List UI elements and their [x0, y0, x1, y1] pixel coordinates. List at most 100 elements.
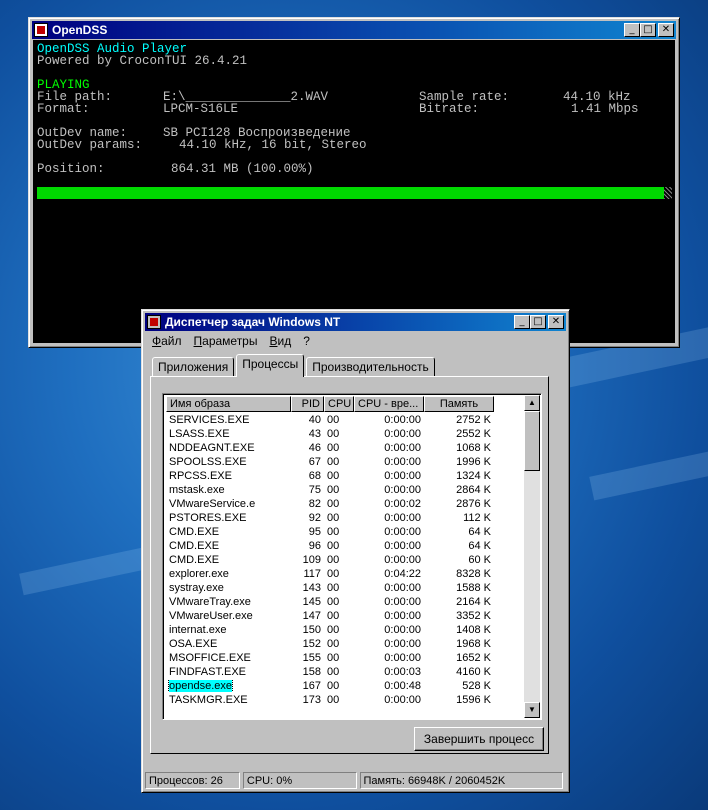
row-pid: 92 — [291, 512, 324, 524]
row-image-name: systray.exe — [166, 582, 291, 594]
row-cpu-text: 00 — [327, 554, 340, 566]
table-row[interactable]: CMD.EXE 95 00 0:00:00 64 K — [166, 525, 494, 539]
table-row[interactable]: VMwareTray.exe 145 00 0:00:00 2164 K — [166, 595, 494, 609]
row-cpu-time-text: 0:00:00 — [384, 652, 421, 664]
row-pid: 82 — [291, 498, 324, 510]
row-cpu-time-text: 0:00:00 — [384, 624, 421, 636]
table-row[interactable]: LSASS.EXE 43 00 0:00:00 2552 K — [166, 427, 494, 441]
scroll-thumb[interactable] — [524, 411, 540, 471]
row-image-name: CMD.EXE — [166, 540, 291, 552]
vertical-scrollbar[interactable]: ▲ ▼ — [524, 395, 540, 718]
scroll-up-button[interactable]: ▲ — [524, 395, 540, 411]
table-row[interactable]: SPOOLSS.EXE 67 00 0:00:00 1996 K — [166, 455, 494, 469]
row-image-name-text: CMD.EXE — [169, 554, 220, 566]
table-row[interactable]: RPCSS.EXE 68 00 0:00:00 1324 K — [166, 469, 494, 483]
column-pid[interactable]: PID — [291, 396, 324, 412]
table-row[interactable]: SERVICES.EXE 40 00 0:00:00 2752 K — [166, 413, 494, 427]
row-memory-text: 4160 K — [456, 666, 491, 678]
row-memory-text: 64 K — [468, 540, 491, 552]
row-pid: 155 — [291, 652, 324, 664]
tab-performance[interactable]: Производительность — [306, 357, 435, 377]
row-image-name-text: SERVICES.EXE — [169, 414, 250, 426]
row-pid-text: 40 — [308, 414, 321, 426]
desktop-light-ray — [589, 443, 708, 501]
maximize-button[interactable]: □ — [530, 315, 546, 329]
row-memory-text: 1324 K — [456, 470, 491, 482]
table-row[interactable]: internat.exe 150 00 0:00:00 1408 K — [166, 623, 494, 637]
end-process-button[interactable]: Завершить процесс — [414, 727, 544, 751]
process-list-header: Имя образа PID CPU CPU - вре... Память — [166, 396, 494, 412]
maximize-button[interactable]: □ — [640, 23, 656, 37]
row-cpu: 00 — [324, 596, 354, 608]
row-pid: 150 — [291, 624, 324, 636]
table-row[interactable]: CMD.EXE 96 00 0:00:00 64 K — [166, 539, 494, 553]
row-memory-text: 2864 K — [456, 484, 491, 496]
table-row[interactable]: VMwareService.e 82 00 0:00:02 2876 K — [166, 497, 494, 511]
minimize-button[interactable]: _ — [514, 315, 530, 329]
row-image-name: PSTORES.EXE — [166, 512, 291, 524]
column-image-name[interactable]: Имя образа — [166, 396, 291, 412]
table-row[interactable]: opendse.exe 167 00 0:00:48 528 K — [166, 679, 494, 693]
table-row[interactable]: systray.exe 143 00 0:00:00 1588 K — [166, 581, 494, 595]
row-pid-text: 109 — [302, 554, 321, 566]
tab-applications[interactable]: Приложения — [152, 357, 235, 377]
console-app-icon[interactable] — [34, 23, 48, 37]
format-value: LPCM-S16LE — [163, 102, 239, 116]
row-pid: 143 — [291, 582, 324, 594]
row-cpu: 00 — [324, 414, 354, 426]
minimize-button[interactable]: _ — [624, 23, 640, 37]
console-titlebar[interactable]: OpenDSS _ □ ✕ — [32, 21, 676, 39]
row-pid-text: 92 — [308, 512, 321, 524]
table-row[interactable]: PSTORES.EXE 92 00 0:00:00 112 K — [166, 511, 494, 525]
process-list[interactable]: Имя образа PID CPU CPU - вре... Память S… — [162, 393, 542, 720]
row-image-name: FINDFAST.EXE — [166, 666, 291, 678]
column-cpu-time[interactable]: CPU - вре... — [354, 396, 424, 412]
table-row[interactable]: OSA.EXE 152 00 0:00:00 1968 K — [166, 637, 494, 651]
row-pid-text: 167 — [302, 680, 321, 692]
table-row[interactable]: NDDEAGNT.EXE 46 00 0:00:00 1068 K — [166, 441, 494, 455]
row-cpu-time: 0:00:00 — [354, 414, 424, 426]
taskmgr-titlebar[interactable]: Диспетчер задач Windows NT _ □ ✕ — [145, 313, 566, 331]
row-cpu-text: 00 — [327, 666, 340, 678]
table-row[interactable]: FINDFAST.EXE 158 00 0:00:03 4160 K — [166, 665, 494, 679]
row-memory: 1068 K — [424, 442, 494, 454]
tab-processes[interactable]: Процессы — [236, 354, 305, 377]
row-image-name-text: CMD.EXE — [169, 526, 220, 538]
menu-help[interactable]: ? — [297, 332, 316, 350]
row-cpu-time: 0:00:00 — [354, 512, 424, 524]
menu-file[interactable]: Файл — [146, 332, 188, 350]
position-value: 864.31 MB (100.00%) — [171, 162, 314, 176]
row-memory-text: 112 K — [463, 512, 491, 524]
menu-options[interactable]: Параметры — [188, 332, 264, 350]
close-button[interactable]: ✕ — [658, 23, 674, 37]
row-memory: 60 K — [424, 554, 494, 566]
row-image-name-text: systray.exe — [169, 582, 224, 594]
row-memory: 528 K — [424, 680, 494, 692]
console-output[interactable]: OpenDSS Audio Player Powered by CroconTU… — [33, 40, 675, 343]
row-image-name: MSOFFICE.EXE — [166, 652, 291, 664]
table-row[interactable]: CMD.EXE 109 00 0:00:00 60 K — [166, 553, 494, 567]
row-image-name: RPCSS.EXE — [166, 470, 291, 482]
row-image-name: CMD.EXE — [166, 526, 291, 538]
scroll-down-button[interactable]: ▼ — [524, 702, 540, 718]
row-image-name: CMD.EXE — [166, 554, 291, 566]
table-row[interactable]: MSOFFICE.EXE 155 00 0:00:00 1652 K — [166, 651, 494, 665]
row-cpu-time-text: 0:00:00 — [384, 596, 421, 608]
close-button[interactable]: ✕ — [548, 315, 564, 329]
table-row[interactable]: VMwareUser.exe 147 00 0:00:00 3352 K — [166, 609, 494, 623]
outdev-params-value: 44.10 kHz, 16 bit, Stereo — [179, 138, 367, 152]
row-cpu-text: 00 — [327, 610, 340, 622]
table-row[interactable]: explorer.exe 117 00 0:04:22 8328 K — [166, 567, 494, 581]
taskmgr-app-icon[interactable] — [147, 315, 161, 329]
row-cpu-time-text: 0:00:00 — [384, 694, 421, 706]
row-image-name: SERVICES.EXE — [166, 414, 291, 426]
menu-view[interactable]: Вид — [263, 332, 297, 350]
row-cpu-text: 00 — [327, 428, 340, 440]
column-cpu[interactable]: CPU — [324, 396, 354, 412]
row-memory: 2876 K — [424, 498, 494, 510]
column-memory[interactable]: Память — [424, 396, 494, 412]
table-row[interactable]: TASKMGR.EXE 173 00 0:00:00 1596 K — [166, 693, 494, 707]
row-memory: 1652 K — [424, 652, 494, 664]
table-row[interactable]: mstask.exe 75 00 0:00:00 2864 K — [166, 483, 494, 497]
row-cpu-text: 00 — [327, 582, 340, 594]
